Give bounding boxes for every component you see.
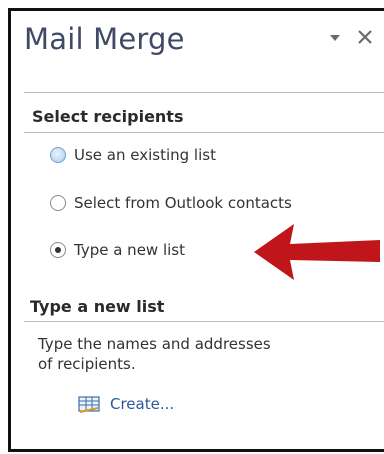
close-icon[interactable] [356,28,374,46]
option-type-new-list[interactable]: Type a new list [50,241,185,259]
pane-title: Mail Merge [24,22,185,56]
select-recipients-divider [24,132,384,133]
table-edit-icon [78,396,100,413]
create-link-label: Create... [110,395,175,413]
option-label: Use an existing list [74,146,216,164]
select-recipients-header: Select recipients [32,107,184,126]
type-new-list-header: Type a new list [30,297,165,316]
red-arrow-annotation [254,224,380,280]
pane-options-icon[interactable] [328,33,342,43]
radio-type-new-list[interactable] [50,242,66,258]
option-use-existing-list[interactable]: Use an existing list [50,146,216,164]
radio-select-outlook-contacts[interactable] [50,195,66,211]
option-label: Select from Outlook contacts [74,194,292,212]
option-label: Type a new list [74,241,185,259]
option-select-outlook-contacts[interactable]: Select from Outlook contacts [50,194,292,212]
create-link[interactable]: Create... [78,395,174,413]
top-divider [24,92,384,93]
type-new-list-description: Type the names and addresses of recipien… [38,335,271,373]
radio-use-existing-list[interactable] [50,147,66,163]
type-new-list-divider [24,321,384,322]
